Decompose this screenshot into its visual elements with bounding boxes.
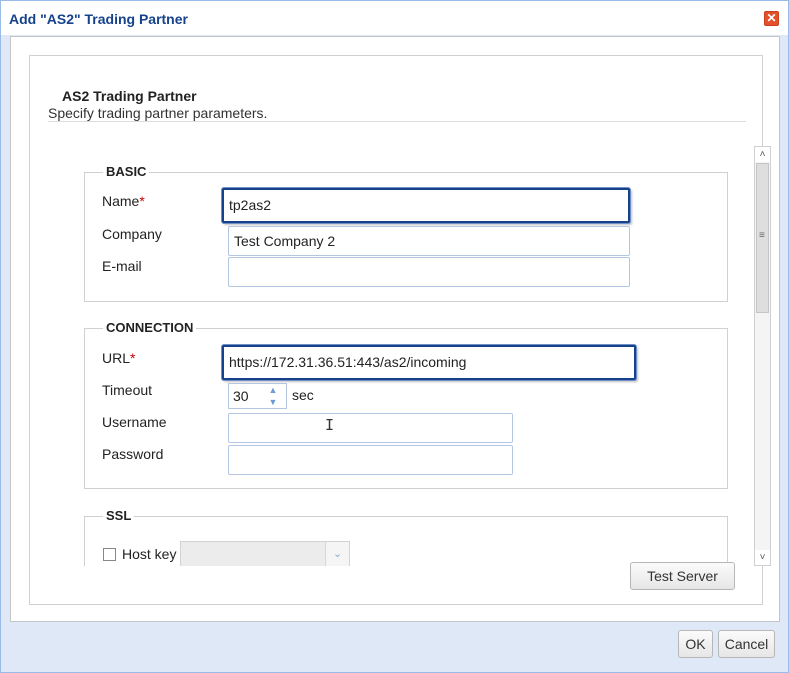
timeout-spinner[interactable]: 30 ▲ ▼ [228, 383, 287, 409]
name-label: Name* [102, 193, 145, 209]
url-input[interactable]: https://172.31.36.51:443/as2/incoming [222, 345, 636, 380]
scroll-down-icon[interactable]: ˅ [755, 550, 770, 565]
basic-legend: BASIC [103, 164, 150, 179]
timeout-value: 30 [233, 388, 249, 404]
email-input[interactable] [228, 257, 630, 287]
chevron-down-icon[interactable]: ⌄ [325, 542, 349, 566]
form-scroll-area: BASIC Name* tp2as2 Company Test Company … [66, 146, 736, 566]
text-cursor-icon: I [325, 416, 335, 434]
name-input[interactable]: tp2as2 [222, 188, 630, 223]
ssl-legend: SSL [103, 508, 135, 523]
ok-button[interactable]: OK [678, 630, 713, 658]
required-marker: * [139, 193, 145, 209]
chevron-down-icon[interactable]: ▼ [266, 397, 280, 408]
password-label: Password [102, 446, 164, 462]
password-input[interactable] [228, 445, 513, 475]
company-input[interactable]: Test Company 2 [228, 226, 630, 256]
required-marker: * [130, 350, 136, 366]
scroll-up-icon[interactable]: ˄ [755, 147, 770, 162]
trading-partner-panel: AS2 Trading Partner Specify trading part… [29, 55, 771, 605]
dialog-body: AS2 Trading Partner Specify trading part… [10, 36, 780, 622]
cancel-button[interactable]: Cancel [718, 630, 775, 658]
close-icon[interactable]: ✕ [764, 11, 779, 26]
form-scrollbar[interactable]: ˄ ≡ ˅ [754, 146, 771, 566]
host-key-label: Host key [122, 546, 177, 562]
username-label: Username [102, 414, 167, 430]
timeout-unit: sec [292, 387, 314, 403]
connection-legend: CONNECTION [103, 320, 197, 335]
scrollbar-thumb[interactable]: ≡ [756, 163, 769, 313]
chevron-up-icon[interactable]: ▲ [266, 385, 280, 396]
username-input[interactable] [228, 413, 513, 443]
panel-title: AS2 Trading Partner [62, 88, 197, 104]
panel-divider [48, 121, 746, 122]
grip-icon: ≡ [759, 230, 765, 241]
dialog-title: Add "AS2" Trading Partner [9, 11, 188, 27]
panel-subtitle: Specify trading partner parameters. [48, 105, 268, 121]
host-key-checkbox[interactable] [103, 548, 116, 561]
url-label: URL* [102, 350, 136, 366]
dialog-header: Add "AS2" Trading Partner ✕ [1, 1, 788, 35]
host-key-combo[interactable]: ⌄ [180, 541, 350, 566]
email-label: E-mail [102, 258, 142, 274]
company-label: Company [102, 226, 162, 242]
test-server-button[interactable]: Test Server [630, 562, 735, 590]
add-trading-partner-dialog: Add "AS2" Trading Partner ✕ AS2 Trading … [0, 0, 789, 673]
timeout-label: Timeout [102, 382, 153, 398]
